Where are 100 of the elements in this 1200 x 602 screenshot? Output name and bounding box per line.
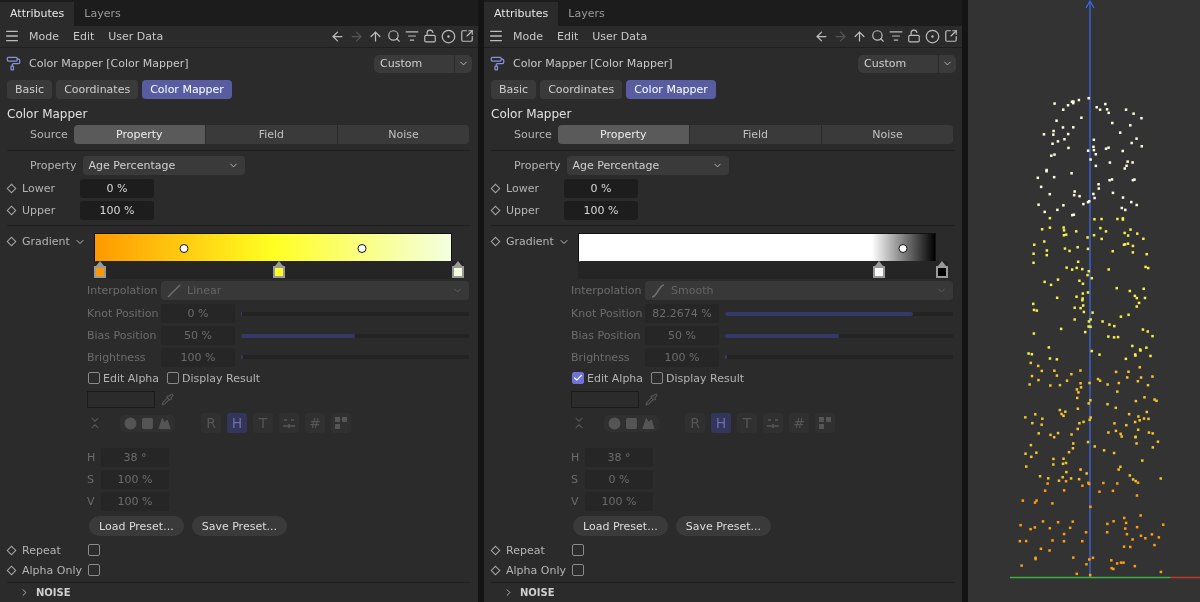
slider-track[interactable] bbox=[725, 355, 953, 360]
search-icon[interactable] bbox=[387, 29, 401, 44]
parameter-tab[interactable]: Coordinates bbox=[56, 79, 139, 99]
source-option[interactable]: Property bbox=[557, 125, 689, 145]
object-title: Color Mapper [Color Mapper] bbox=[29, 57, 189, 71]
parameter-tab[interactable]: Color Mapper bbox=[142, 79, 232, 99]
swatches-mode-button[interactable] bbox=[815, 413, 835, 434]
checkbox[interactable] bbox=[88, 544, 100, 557]
s-curve-icon bbox=[651, 283, 665, 298]
keyframe-icon[interactable] bbox=[490, 236, 501, 247]
field-label: Interpolation bbox=[571, 284, 639, 298]
preset-dropdown[interactable]: Custom bbox=[858, 54, 956, 73]
parameter-tab[interactable]: Coordinates bbox=[540, 79, 623, 99]
checkbox[interactable] bbox=[651, 372, 664, 385]
parameter-tab[interactable]: Basic bbox=[491, 79, 537, 99]
field-label: Brightness bbox=[571, 350, 631, 364]
value-field[interactable]: 100 % bbox=[80, 201, 154, 221]
field-label: Upper bbox=[506, 204, 541, 218]
menu-item[interactable]: User Data bbox=[103, 29, 169, 43]
field-label: Source bbox=[514, 128, 552, 142]
preset-button[interactable]: Load Preset... bbox=[89, 516, 184, 537]
preset-dropdown[interactable]: Custom bbox=[374, 54, 472, 73]
new-window-icon[interactable] bbox=[944, 29, 958, 44]
keyframe-icon[interactable] bbox=[6, 236, 17, 247]
value-field[interactable]: 100 % bbox=[564, 201, 638, 221]
preset-button[interactable]: Save Preset... bbox=[675, 516, 771, 537]
chevron-right-icon[interactable] bbox=[503, 587, 514, 598]
diagonal-line-icon bbox=[167, 283, 181, 298]
slider-track[interactable] bbox=[241, 355, 469, 360]
keyframe-icon[interactable] bbox=[490, 565, 501, 575]
gradient-bar[interactable] bbox=[93, 232, 452, 263]
keyframe-icon[interactable] bbox=[490, 545, 501, 555]
slider-track[interactable] bbox=[241, 311, 469, 316]
checkbox[interactable] bbox=[572, 372, 584, 385]
panel-tab[interactable]: Attributes bbox=[0, 1, 75, 26]
keyframe-icon[interactable] bbox=[490, 205, 501, 216]
lock-icon[interactable] bbox=[423, 29, 437, 44]
menu-item[interactable]: Mode bbox=[508, 29, 548, 43]
search-icon[interactable] bbox=[871, 29, 885, 44]
value-field[interactable]: 0 % bbox=[80, 179, 154, 199]
bias-handle[interactable] bbox=[357, 243, 367, 253]
bias-handle[interactable] bbox=[179, 243, 189, 253]
value-field[interactable]: 0 % bbox=[564, 179, 638, 199]
group-header[interactable]: NOISE bbox=[36, 587, 71, 598]
menu-item[interactable]: Edit bbox=[552, 29, 584, 43]
parameter-tab[interactable]: Color Mapper bbox=[626, 79, 716, 99]
slider-track[interactable] bbox=[241, 333, 469, 338]
slider-track[interactable] bbox=[725, 311, 953, 316]
gradient-bar[interactable] bbox=[577, 232, 936, 263]
menu-item[interactable]: User Data bbox=[587, 29, 653, 43]
bias-handle[interactable] bbox=[898, 243, 908, 253]
source-option[interactable]: Field bbox=[689, 125, 821, 145]
lock-icon[interactable] bbox=[907, 29, 921, 44]
panel-tab[interactable]: Attributes bbox=[484, 1, 559, 26]
new-window-icon[interactable] bbox=[460, 29, 474, 44]
source-option[interactable]: Property bbox=[73, 125, 205, 145]
checkbox[interactable] bbox=[572, 564, 584, 576]
source-option[interactable]: Noise bbox=[337, 125, 469, 145]
filter-icon[interactable] bbox=[405, 29, 419, 44]
source-option[interactable]: Noise bbox=[821, 125, 953, 145]
panel-tab[interactable]: Layers bbox=[74, 1, 131, 26]
checkbox[interactable] bbox=[88, 564, 100, 576]
sliders-mode-button[interactable] bbox=[763, 413, 783, 434]
keyframe-icon[interactable] bbox=[6, 565, 17, 575]
sliders-mode-button[interactable] bbox=[279, 413, 299, 434]
field-label: H bbox=[571, 450, 579, 464]
paint-roller-icon bbox=[490, 56, 505, 72]
swatches-icon bbox=[819, 417, 831, 430]
menu-item[interactable]: Edit bbox=[68, 29, 100, 43]
checkbox[interactable] bbox=[167, 372, 180, 385]
field-label: Repeat bbox=[22, 543, 62, 557]
keyframe-icon[interactable] bbox=[6, 183, 17, 194]
viewport[interactable] bbox=[968, 0, 1200, 602]
swatches-mode-button[interactable] bbox=[331, 413, 351, 434]
field-label: S bbox=[571, 472, 579, 486]
property-dropdown[interactable]: Age Percentage bbox=[82, 156, 245, 176]
checkbox-label: Edit Alpha bbox=[103, 371, 160, 385]
preset-button[interactable]: Load Preset... bbox=[573, 516, 668, 537]
section-title: Color Mapper bbox=[6, 105, 89, 123]
parameter-tab[interactable]: Basic bbox=[7, 79, 53, 99]
source-option[interactable]: Field bbox=[205, 125, 337, 145]
keyframe-icon[interactable] bbox=[6, 205, 17, 216]
swatches-icon bbox=[335, 417, 347, 430]
keyframe-icon[interactable] bbox=[6, 545, 17, 555]
checkbox[interactable] bbox=[572, 544, 584, 557]
keyframe-icon[interactable] bbox=[490, 183, 501, 194]
checkbox-label: Display Result bbox=[666, 371, 745, 385]
field-label: Alpha Only bbox=[506, 563, 567, 577]
target-icon[interactable] bbox=[441, 28, 456, 44]
group-header[interactable]: NOISE bbox=[520, 587, 555, 598]
field-label: Lower bbox=[506, 182, 540, 196]
field-label: Brightness bbox=[87, 350, 147, 364]
panel-tab[interactable]: Layers bbox=[558, 1, 615, 26]
preset-button[interactable]: Save Preset... bbox=[191, 516, 287, 537]
property-dropdown[interactable]: Age Percentage bbox=[566, 156, 729, 176]
slider-track[interactable] bbox=[725, 333, 953, 338]
target-icon[interactable] bbox=[925, 28, 940, 44]
menu-item[interactable]: Mode bbox=[24, 29, 64, 43]
filter-icon[interactable] bbox=[889, 29, 903, 44]
checkbox[interactable] bbox=[88, 372, 100, 385]
